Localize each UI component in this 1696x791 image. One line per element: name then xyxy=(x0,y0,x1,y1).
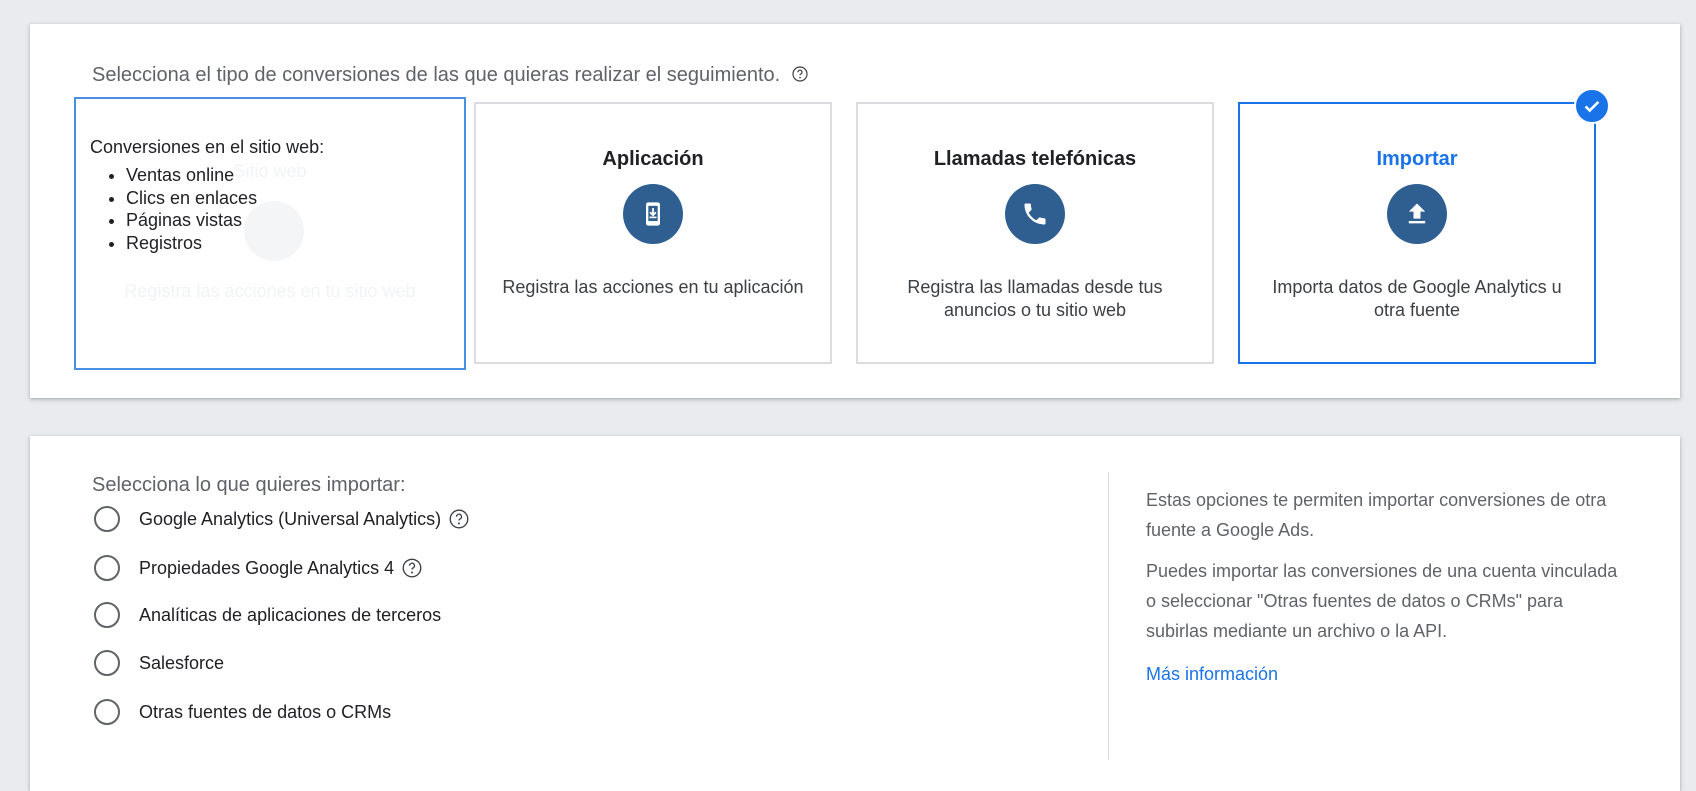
tooltip-item: Registros xyxy=(126,232,324,255)
tile-import-title: Importar xyxy=(1376,148,1458,170)
option-label: Otras fuentes de datos o CRMs xyxy=(139,701,392,722)
conversion-type-heading: Selecciona el tipo de conversiones de la… xyxy=(92,64,808,87)
tooltip-item: Clics en enlaces xyxy=(126,187,324,210)
tile-phone-calls-title: Llamadas telefónicas xyxy=(933,148,1137,170)
option-third-party-app-analytics[interactable]: Analíticas de aplicaciones de terceros xyxy=(94,600,441,630)
tile-import-description: Importa datos de Google Analytics u otra… xyxy=(1272,277,1562,320)
website-tooltip: Conversiones en el sitio web: Ventas onl… xyxy=(90,137,324,254)
radio-button[interactable] xyxy=(94,699,120,725)
option-label: Google Analytics (Universal Analytics) xyxy=(139,508,442,529)
option-google-analytics-4[interactable]: Propiedades Google Analytics 4 xyxy=(94,553,422,583)
phone-icon xyxy=(1005,184,1065,244)
selected-check-icon xyxy=(1574,88,1610,124)
learn-more-link[interactable]: Más información xyxy=(1146,659,1626,689)
radio-button[interactable] xyxy=(94,650,120,676)
help-circle-icon[interactable] xyxy=(792,66,808,82)
tile-app[interactable]: Aplicación Registra las acciones en tu a… xyxy=(474,102,832,364)
import-options-card: Selecciona lo que quieres importar: Goog… xyxy=(30,436,1680,791)
option-label: Analíticas de aplicaciones de terceros xyxy=(139,604,442,625)
help-circle-icon[interactable] xyxy=(449,509,469,529)
tile-app-description: Registra las acciones en tu aplicación xyxy=(502,277,804,297)
conversion-type-card: Selecciona el tipo de conversiones de la… xyxy=(30,24,1680,398)
option-salesforce[interactable]: Salesforce xyxy=(94,648,224,678)
option-other-sources-crm[interactable]: Otras fuentes de datos o CRMs xyxy=(94,697,391,727)
option-label: Propiedades Google Analytics 4 xyxy=(139,557,395,578)
tile-import[interactable]: Importar Importa datos de Google Analyti… xyxy=(1238,102,1596,364)
info-paragraph: Estas opciones te permiten importar conv… xyxy=(1146,490,1607,540)
tile-website[interactable]: Sitio web Registra las acciones en tu si… xyxy=(74,97,466,370)
radio-button[interactable] xyxy=(94,555,120,581)
tooltip-list: Ventas online Clics en enlaces Páginas v… xyxy=(90,164,324,254)
vertical-divider xyxy=(1108,472,1109,760)
upload-icon xyxy=(1387,184,1447,244)
tile-app-title: Aplicación xyxy=(602,148,704,170)
option-label: Salesforce xyxy=(139,652,225,673)
import-heading: Selecciona lo que quieres importar: xyxy=(92,474,406,496)
tile-website-description: Registra las acciones en tu sitio web xyxy=(124,281,416,301)
info-paragraph: Puedes importar las conversiones de una … xyxy=(1146,561,1618,641)
tile-phone-calls[interactable]: Llamadas telefónicas Registra las llamad… xyxy=(856,102,1214,364)
radio-button[interactable] xyxy=(94,602,120,628)
tooltip-heading: Conversiones en el sitio web: xyxy=(90,137,325,157)
tile-phone-calls-description: Registra las llamadas desde tus anuncios… xyxy=(907,277,1163,320)
option-google-analytics-ua[interactable]: Google Analytics (Universal Analytics) xyxy=(94,504,469,534)
help-circle-icon[interactable] xyxy=(402,558,422,578)
radio-button[interactable] xyxy=(94,506,120,532)
tooltip-item: Páginas vistas xyxy=(126,209,324,232)
tooltip-item: Ventas online xyxy=(126,164,324,187)
phone-download-icon xyxy=(623,184,683,244)
